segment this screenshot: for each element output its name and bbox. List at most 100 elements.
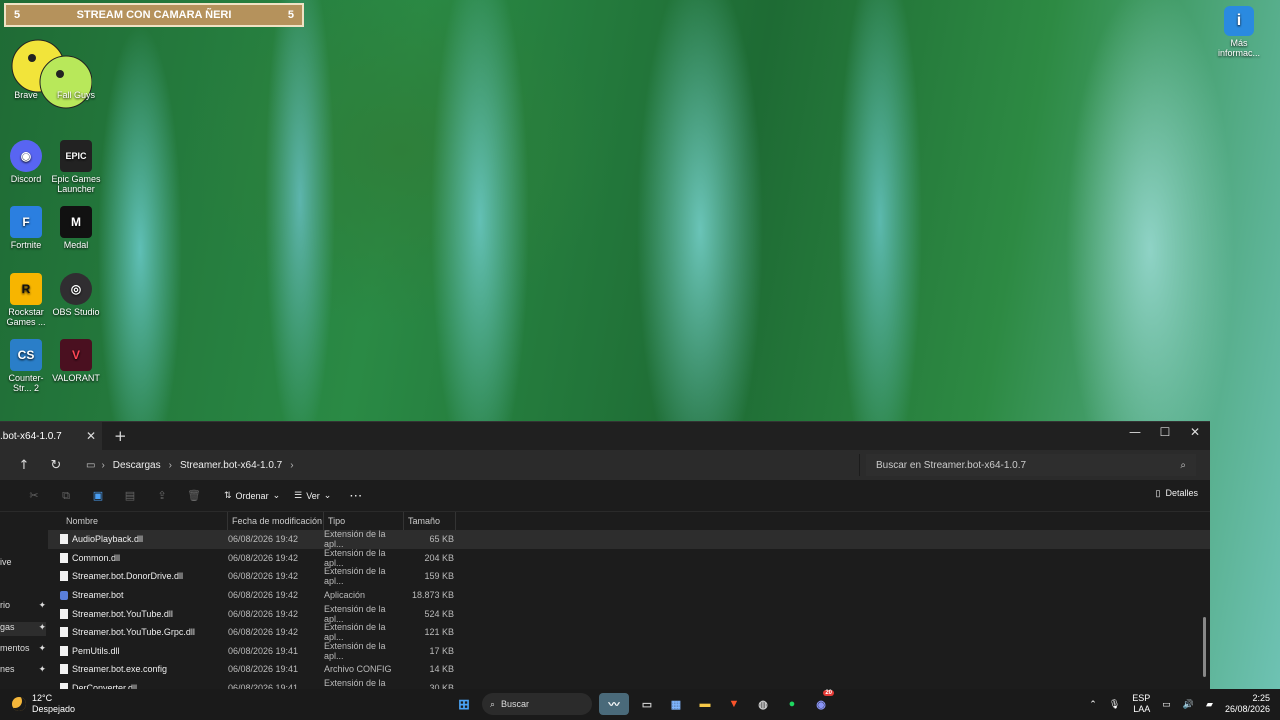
sidebar-item-downloads[interactable]: gas ✦ xyxy=(0,622,46,636)
tab-current[interactable]: .bot-x64-1.0.7 ✕ xyxy=(0,422,102,450)
file-icon xyxy=(60,645,68,656)
desktop-icon-cs2[interactable]: CS Counter-Str... 2 xyxy=(0,339,52,393)
volume-icon[interactable]: 🔊 xyxy=(1183,699,1194,710)
search-highlight-icon[interactable]: 〰 xyxy=(599,693,629,715)
steam-icon[interactable]: ◍ xyxy=(752,693,774,715)
new-tab-icon[interactable]: + xyxy=(114,427,127,445)
close-window-icon[interactable]: ✕ xyxy=(1180,422,1210,442)
file-explorer-window: .bot-x64-1.0.7 ✕ + — ☐ ✕ ↑ ↻ ▭ › Descarg… xyxy=(0,421,1210,698)
title-bar: .bot-x64-1.0.7 ✕ + — ☐ ✕ xyxy=(0,422,1210,450)
column-date[interactable]: Fecha de modificación xyxy=(228,512,324,530)
desktop-icon-label: Counter-Str... 2 xyxy=(8,373,44,393)
view-label: Ver xyxy=(306,490,320,501)
file-type: Extensión de la apl... xyxy=(324,603,386,624)
discord-taskbar-icon[interactable]: ◉ 20 xyxy=(810,690,834,715)
file-row[interactable]: AudioPlayback.dll 06/08/2026 19:42 Extensi… xyxy=(48,529,1210,549)
battery-icon[interactable]: ▰ xyxy=(1206,699,1213,710)
share-icon[interactable]: ⇪ xyxy=(146,489,178,502)
weather-widget[interactable]: 12°C Despejado xyxy=(12,693,75,715)
brave-icon[interactable]: ▼ xyxy=(723,693,745,715)
file-icon xyxy=(60,627,68,638)
sidebar-item[interactable] xyxy=(0,536,46,550)
desktop-icon-rockstar[interactable]: R Rockstar Games ... xyxy=(0,273,52,327)
sidebar-item-onedrive[interactable]: ive xyxy=(0,557,46,571)
desktop-icon-label: Rockstar Games ... xyxy=(6,307,46,327)
command-bar: ✂ ⧉ ▣ ▤ ⇪ 🗑 ⇅ Ordenar ⌄ ☰ Ver ⌄ ⋯ ▯ Deta… xyxy=(0,480,1210,512)
file-row[interactable]: PemUtils.dll 06/08/2026 19:41 Extensión de… xyxy=(48,641,1210,661)
stream-widget[interactable]: 5 STREAM CON CAMARA ÑERI 5 xyxy=(4,3,304,27)
file-type: Extensión de la apl... xyxy=(324,566,386,587)
clock[interactable]: 2:25 26/08/2026 xyxy=(1225,693,1270,715)
desktop-icon-valorant[interactable]: V VALORANT xyxy=(50,339,102,383)
desktop-icon-medal[interactable]: M Medal xyxy=(50,206,102,250)
file-size: 17 KB xyxy=(429,645,454,656)
clock-time: 2:25 xyxy=(1252,693,1270,703)
rename-icon[interactable]: ▤ xyxy=(114,489,146,502)
desktop-icon-fallguys[interactable]: Fall Guys xyxy=(50,90,102,100)
network-icon[interactable]: ▭ xyxy=(1162,699,1171,710)
refresh-icon[interactable]: ↻ xyxy=(40,458,72,473)
file-name: Streamer.bot xyxy=(72,590,124,601)
desktop-icon-obs[interactable]: ◎ OBS Studio xyxy=(50,273,102,317)
file-name-cell: Streamer.bot.exe.config xyxy=(48,664,228,675)
desktop-icon-fortnite[interactable]: F Fortnite xyxy=(0,206,52,250)
sidebar-item-documents[interactable]: mentos ✦ xyxy=(0,643,46,657)
taskbar-search[interactable]: ⌕ Buscar xyxy=(482,693,592,715)
column-size[interactable]: Tamaño xyxy=(404,512,456,530)
sidebar-item-label: ive xyxy=(0,557,12,567)
sidebar-item-label: rio xyxy=(0,600,11,610)
maximize-icon[interactable]: ☐ xyxy=(1150,422,1180,442)
file-size: 121 KB xyxy=(424,627,454,638)
file-date: 06/08/2026 19:42 xyxy=(228,534,299,545)
breadcrumb-folder[interactable]: Streamer.bot-x64-1.0.7 xyxy=(172,460,290,471)
file-date: 06/08/2026 19:42 xyxy=(228,590,299,601)
file-explorer-icon[interactable]: ▬ xyxy=(694,693,716,715)
microphone-icon[interactable]: 🎙 xyxy=(1109,699,1120,710)
language-indicator[interactable]: ESP LAA xyxy=(1132,693,1150,715)
widget-title: STREAM CON CAMARA ÑERI xyxy=(76,9,232,21)
details-button[interactable]: ▯ Detalles xyxy=(1156,488,1198,499)
file-type: Extensión de la apl... xyxy=(324,547,386,568)
delete-icon[interactable]: 🗑 xyxy=(178,489,210,502)
column-type[interactable]: Tipo xyxy=(324,512,404,530)
windows-start-icon[interactable]: ⊞ xyxy=(453,693,475,715)
desktop-icon-epic[interactable]: EPIC Epic Games Launcher xyxy=(50,140,102,194)
close-tab-icon[interactable]: ✕ xyxy=(86,429,96,443)
file-row[interactable]: Streamer.bot.YouTube.dll 06/08/2026 19:42… xyxy=(48,603,1210,624)
app-icon xyxy=(60,590,68,600)
task-view-icon[interactable]: ▭ xyxy=(636,693,658,715)
more-options-icon[interactable]: ⋯ xyxy=(349,488,362,504)
file-row[interactable]: Common.dll 06/08/2026 19:42 Extensión de l… xyxy=(48,547,1210,568)
desktop-icon-info[interactable]: i Más informac... xyxy=(1214,6,1264,58)
copy-icon[interactable]: ⧉ xyxy=(50,489,82,503)
file-icon xyxy=(60,534,68,545)
language-bottom: LAA xyxy=(1133,704,1151,714)
paste-icon[interactable]: ▣ xyxy=(82,489,114,502)
desktop-icon-label: Brave xyxy=(14,90,38,100)
breadcrumb-downloads[interactable]: Descargas xyxy=(105,460,169,471)
desktop-icon-discord[interactable]: ◉ Discord xyxy=(0,140,52,184)
taskbar: 12°C Despejado ⊞ ⌕ Buscar 〰 ▭ ▦ ▬ ▼ ◍ ● … xyxy=(0,689,1280,720)
file-row[interactable]: Streamer.bot.YouTube.Grpc.dll 06/08/2026 … xyxy=(48,622,1210,642)
view-button[interactable]: ☰ Ver ⌄ xyxy=(294,490,331,501)
vertical-scrollbar[interactable] xyxy=(1203,617,1206,677)
desktop-icon-brave[interactable]: Brave xyxy=(0,90,52,100)
up-arrow-icon[interactable]: ↑ xyxy=(8,458,40,473)
minimize-icon[interactable]: — xyxy=(1120,422,1150,442)
store-icon[interactable]: ▦ xyxy=(665,693,687,715)
file-name: Streamer.bot.YouTube.dll xyxy=(72,608,173,619)
cut-icon[interactable]: ✂ xyxy=(18,489,50,502)
file-row[interactable]: Streamer.bot.DonorDrive.dll 06/08/2026 19… xyxy=(48,566,1210,587)
search-input[interactable]: Buscar en Streamer.bot-x64-1.0.7 ⌕ xyxy=(866,454,1196,476)
medal-icon: M xyxy=(60,206,92,238)
spotify-icon[interactable]: ● xyxy=(781,693,803,715)
sort-button[interactable]: ⇅ Ordenar ⌄ xyxy=(224,490,280,501)
file-row[interactable]: Streamer.bot.exe.config 06/08/2026 19:41 A… xyxy=(48,660,1210,679)
chevron-up-icon[interactable]: ⌃ xyxy=(1089,699,1097,710)
address-bar[interactable]: ▭ › Descargas › Streamer.bot-x64-1.0.7 › xyxy=(80,454,860,476)
file-icon xyxy=(60,608,68,619)
sidebar-item-images[interactable]: nes ✦ xyxy=(0,664,46,678)
column-name[interactable]: Nombre xyxy=(48,512,228,530)
sidebar-item-desktop[interactable]: rio ✦ xyxy=(0,600,46,614)
file-row[interactable]: Streamer.bot 06/08/2026 19:42 Aplicación 18… xyxy=(48,586,1210,605)
